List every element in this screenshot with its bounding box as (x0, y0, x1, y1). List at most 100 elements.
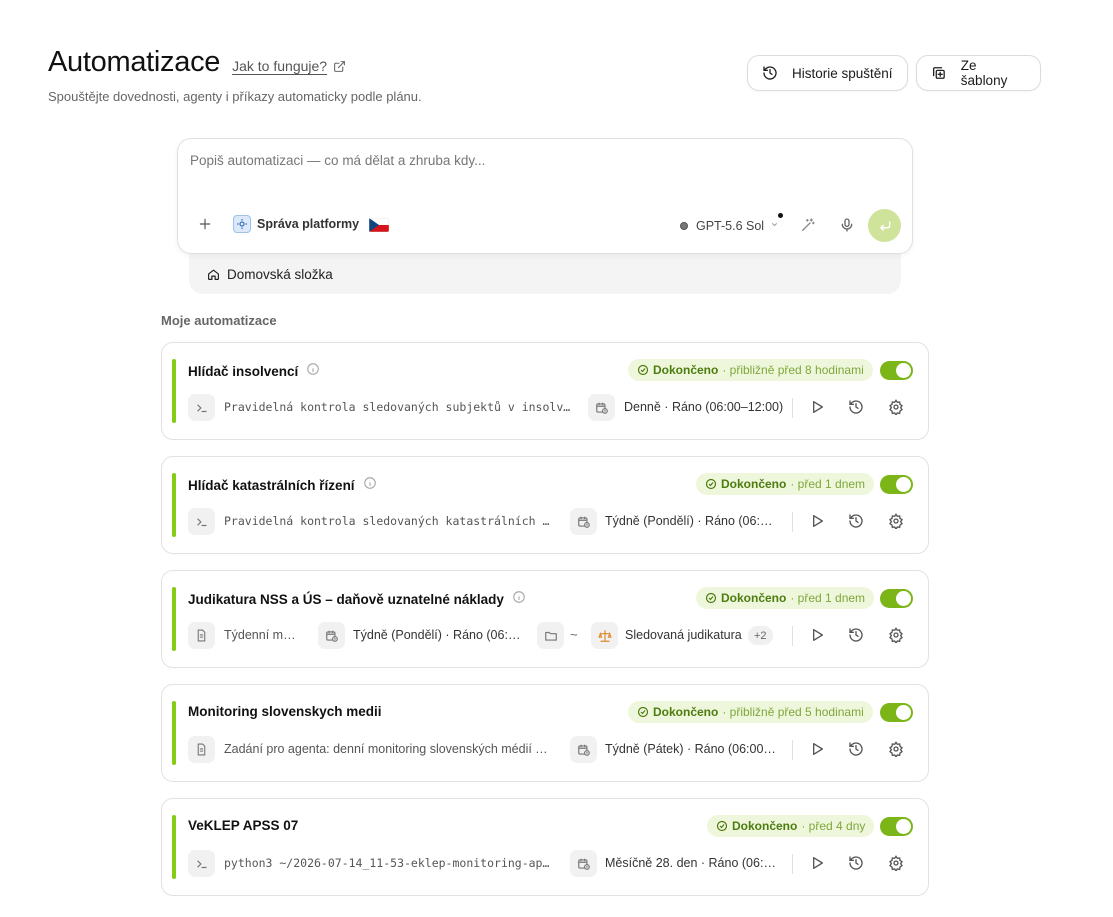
more-skills-badge[interactable]: +2 (748, 626, 773, 645)
magic-wand-icon (802, 218, 815, 231)
play-icon (813, 515, 823, 527)
task-prompt: Zadání pro agenta: denní monitoring slov… (224, 742, 554, 756)
history-button[interactable] (848, 741, 864, 762)
status-badge: Dokončeno · před 1 dnem (696, 587, 875, 609)
play-icon (813, 743, 823, 755)
history-button[interactable] (848, 513, 864, 534)
platform-label: Správa platformy (257, 217, 360, 231)
automation-composer: Správa platformy GPT-5.6 Sol (177, 138, 913, 254)
divider (792, 626, 793, 646)
check-circle-icon (716, 820, 728, 832)
task-prompt: Týdenní monitoring judikatury (224, 628, 300, 642)
accent-bar (172, 815, 176, 879)
run-now-button[interactable] (809, 513, 825, 534)
composer-toolbar: Správa platformy GPT-5.6 Sol (178, 209, 912, 243)
settings-button[interactable] (888, 741, 904, 762)
status-time: · před 1 dnem (790, 591, 866, 605)
schedule-label: Týdně (Pondělí) · Ráno (06:00–12:00) (605, 514, 777, 528)
run-history-button[interactable]: Historie spuštění (747, 55, 908, 91)
status-badge: Dokončeno · přibližně před 8 hodinami (628, 359, 873, 381)
help-link[interactable]: Jak to funguje? (232, 58, 346, 74)
settings-button[interactable] (888, 399, 904, 420)
run-now-button[interactable] (809, 627, 825, 648)
history-button[interactable] (848, 627, 864, 648)
schedule-label: Měsíčně 28. den · Ráno (06:00–12:00) (605, 856, 777, 870)
status-badge: Dokončeno · před 1 dnem (696, 473, 875, 495)
accent-bar (172, 701, 176, 765)
automation-name: Hlídač insolvencí (188, 364, 299, 379)
status-time: · přibližně před 8 hodinami (722, 363, 864, 377)
automation-description-input[interactable] (190, 153, 890, 168)
divider (792, 512, 793, 532)
status-label: Dokončeno (732, 819, 798, 833)
info-icon[interactable] (512, 590, 526, 609)
terminal-icon (188, 394, 215, 421)
status-label: Dokončeno (653, 705, 719, 719)
notification-dot (778, 213, 783, 218)
history-button[interactable] (848, 855, 864, 876)
status-label: Dokončeno (721, 477, 787, 491)
run-now-button[interactable] (809, 741, 825, 762)
folder-label: Domovská složka (227, 266, 333, 282)
settings-button[interactable] (888, 627, 904, 648)
task-command: Pravidelná kontrola sledovaných subjektů… (224, 400, 574, 414)
check-circle-icon (705, 592, 717, 604)
enable-toggle[interactable] (880, 817, 913, 836)
magic-wand-button[interactable] (800, 217, 816, 238)
status-label: Dokončeno (653, 363, 719, 377)
accent-bar (172, 473, 176, 537)
run-now-button[interactable] (809, 855, 825, 876)
gear-icon (889, 399, 903, 417)
schedule-icon (570, 850, 597, 877)
history-icon (763, 66, 777, 80)
run-now-button[interactable] (809, 399, 825, 420)
history-icon (849, 856, 863, 870)
model-selector[interactable]: GPT-5.6 Sol (680, 219, 779, 233)
gear-icon (889, 627, 903, 645)
play-icon (813, 401, 823, 413)
enable-toggle[interactable] (880, 361, 913, 380)
automation-name: Monitoring slovenskych medii (188, 704, 382, 719)
gear-icon (889, 513, 903, 531)
model-icon (680, 222, 688, 230)
schedule-icon (318, 622, 345, 649)
settings-button[interactable] (888, 855, 904, 876)
schedule-label: Týdně (Pondělí) · Ráno (06:00–12:00) (353, 628, 523, 642)
enable-toggle[interactable] (880, 703, 913, 722)
divider (792, 398, 793, 418)
check-circle-icon (637, 706, 649, 718)
schedule-label: Denně · Ráno (06:00–12:00) (624, 400, 784, 414)
platform-settings-icon (233, 215, 251, 233)
play-icon (813, 857, 823, 869)
platform-chip[interactable]: Správa platformy (233, 215, 359, 233)
info-icon[interactable] (363, 476, 377, 495)
folder-selector[interactable]: Domovská složka (189, 250, 901, 294)
info-icon[interactable] (306, 362, 320, 381)
skill-label: Sledovaná judikatura (625, 628, 742, 642)
history-icon (849, 628, 863, 642)
section-title: Moje automatizace (161, 313, 277, 328)
gear-icon (889, 741, 903, 759)
terminal-icon (188, 850, 215, 877)
help-link-label: Jak to funguje? (232, 58, 328, 74)
enable-toggle[interactable] (880, 589, 913, 608)
home-icon (208, 269, 219, 280)
settings-button[interactable] (888, 513, 904, 534)
history-button[interactable] (848, 399, 864, 420)
microphone-button[interactable] (839, 217, 855, 238)
from-template-button[interactable]: Ze šablony (916, 55, 1041, 91)
microphone-icon (841, 218, 853, 232)
automation-card: VeKLEP APSS 07 Dokončeno · před 4 dny py… (161, 798, 929, 896)
check-circle-icon (637, 364, 649, 376)
enable-toggle[interactable] (880, 475, 913, 494)
from-template-label: Ze šablony (960, 58, 1008, 88)
page-subtitle: Spouštějte dovednosti, agenty i příkazy … (48, 89, 422, 104)
czech-flag-icon[interactable] (369, 218, 389, 232)
add-attachment-button[interactable] (198, 215, 212, 235)
send-button[interactable] (868, 209, 901, 242)
task-command: python3 ~/2026-07-14_11-53-eklep-monitor… (224, 856, 554, 870)
automation-card: Hlídač katastrálních řízení Dokončeno · … (161, 456, 929, 554)
enter-arrow-icon (879, 220, 890, 231)
run-history-label: Historie spuštění (792, 65, 893, 81)
status-badge: Dokončeno · před 4 dny (707, 815, 875, 837)
